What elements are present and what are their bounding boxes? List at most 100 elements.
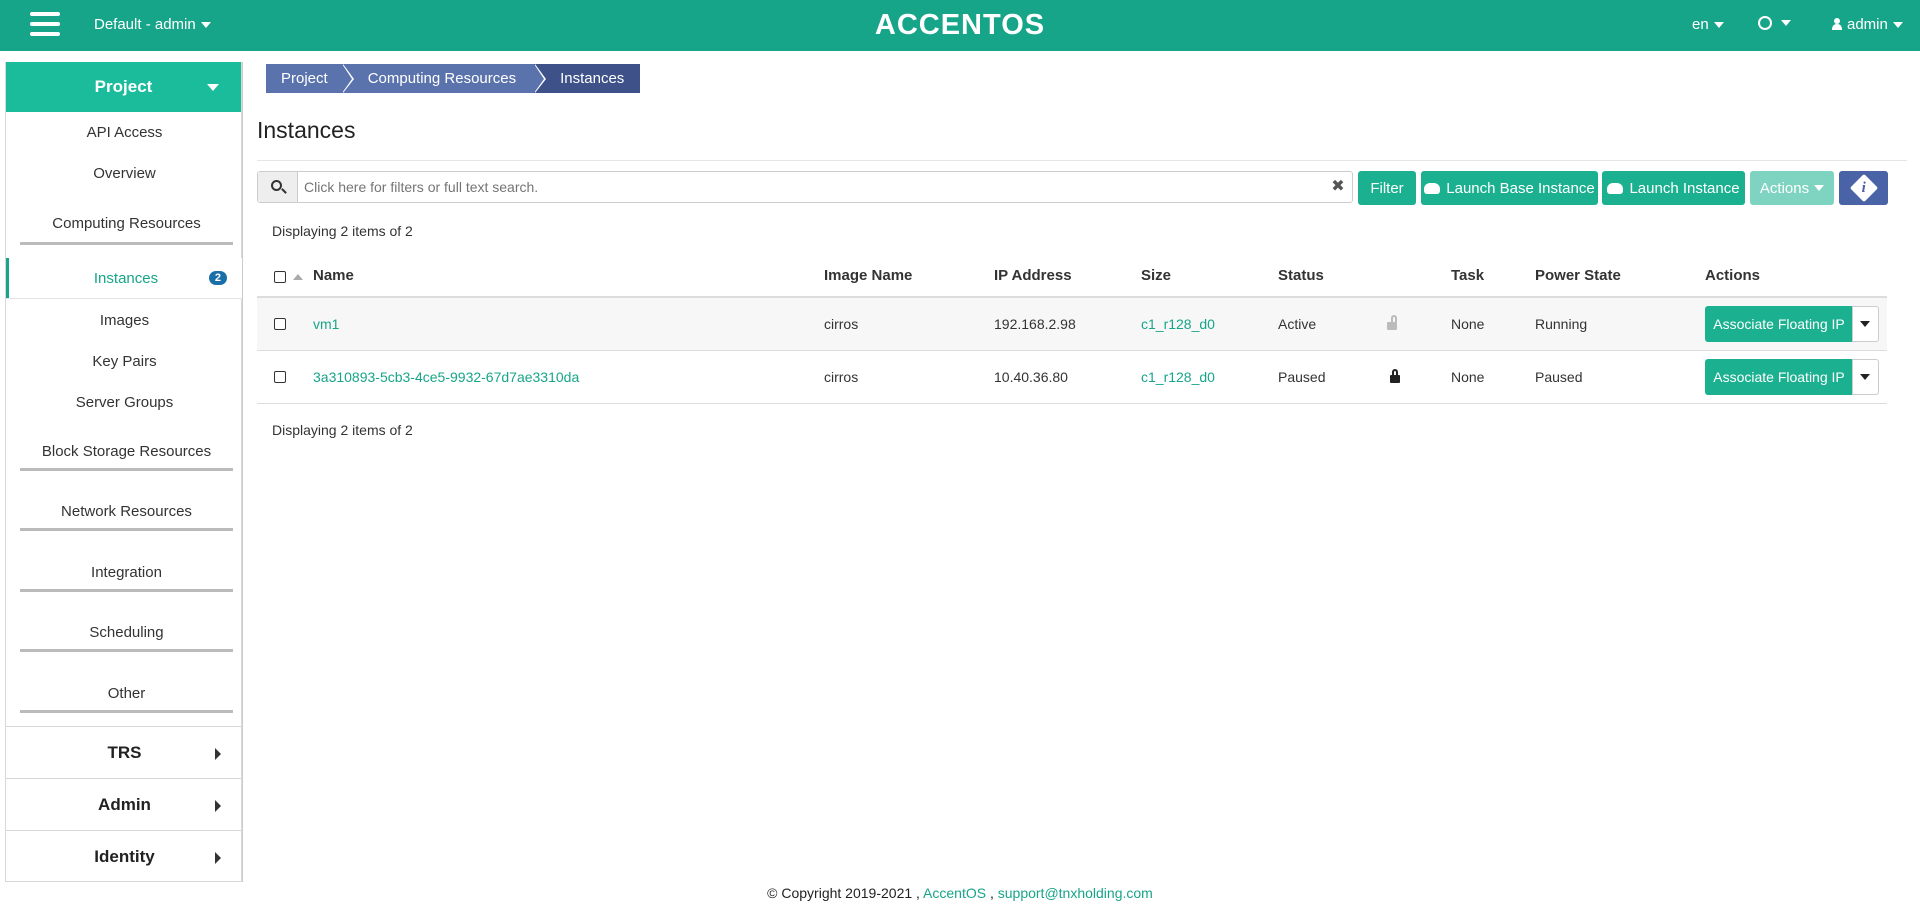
actions-dropdown[interactable]: Actions [1750,171,1834,205]
page-title: Instances [257,117,356,143]
breadcrumb-project[interactable]: Project [266,64,354,93]
sidebar-border [242,62,243,882]
task: None [1451,369,1485,385]
user-icon [1832,18,1842,30]
sidebar: Project API Access Overview Computing Re… [5,62,243,882]
divider [257,160,1907,161]
column-header-ip-address[interactable]: IP Address [994,267,1072,284]
status: Active [1278,316,1317,332]
sidebar-section-trs[interactable]: TRS [6,726,243,778]
domain-selector-label: Default - admin [94,16,196,33]
image-name: cirros [824,369,859,385]
sidebar-project-header[interactable]: Project [6,62,241,112]
sun-icon [1758,16,1772,31]
breadcrumb: Project Computing Resources Instances [266,64,641,93]
section-label: TRS [107,742,142,762]
status: Paused [1278,369,1326,385]
row-checkbox[interactable] [274,371,286,383]
filter-button[interactable]: Filter [1358,171,1416,205]
row-actions-dropdown[interactable] [1852,359,1879,395]
sidebar-item-key-pairs[interactable]: Key Pairs [6,353,243,370]
chevron-down-icon [1860,374,1870,380]
launch-base-instance-button[interactable]: Launch Base Instance [1421,171,1598,205]
breadcrumb-instances[interactable]: Instances [534,64,641,93]
footer: © Copyright 2019-2021 , AccentOS , suppo… [0,885,1920,901]
sidebar-group-computing-resources[interactable]: Computing Resources [20,215,233,240]
ip-address: 192.168.2.98 [994,316,1076,332]
chevron-down-icon [1781,20,1791,27]
sidebar-item-api-access[interactable]: API Access [6,124,243,141]
sidebar-item-instances[interactable]: Instances 2 [6,258,243,298]
column-header-actions: Actions [1705,267,1761,284]
column-header-name[interactable]: Name [313,267,354,284]
table-row: 3a310893-5cb3-4ce5-9932-67d7ae3310da cir… [257,351,1887,404]
brand-logo: ACCENTOS [874,9,1046,41]
associate-floating-ip-button[interactable]: Associate Floating IP [1705,359,1853,395]
caret-down-icon [207,84,219,91]
button-label: Actions [1759,179,1810,197]
sidebar-section-admin[interactable]: Admin [6,778,243,830]
breadcrumb-label: Instances [560,70,625,87]
task: None [1451,316,1485,332]
column-header-size[interactable]: Size [1141,267,1171,284]
row-actions-dropdown[interactable] [1852,306,1879,342]
display-count-top: Displaying 2 items of 2 [272,223,413,239]
top-navbar: Default - admin ACCENTOS en admin [0,0,1920,51]
launch-instance-button[interactable]: Launch Instance [1602,171,1745,205]
flavor-size-link[interactable]: c1_r128_d0 [1141,369,1215,385]
caret-right-icon [215,748,221,760]
breadcrumb-computing-resources[interactable]: Computing Resources [341,64,547,93]
section-label: Admin [98,794,151,814]
power-state: Running [1535,316,1588,332]
copyright-text: © Copyright 2019-2021 , [767,885,920,901]
column-header-power-state[interactable]: Power State [1535,267,1621,284]
domain-selector[interactable]: Default - admin [94,16,211,33]
sort-asc-icon[interactable] [293,274,303,280]
user-menu[interactable]: admin [1832,16,1903,33]
company-link[interactable]: AccentOS [923,885,986,901]
sidebar-item-server-groups[interactable]: Server Groups [6,394,243,411]
unlock-icon [1387,315,1397,330]
instance-name-link[interactable]: vm1 [313,316,339,332]
clear-icon[interactable]: ✖ [1324,172,1352,202]
column-header-image-name[interactable]: Image Name [824,267,912,284]
power-state: Paused [1535,369,1583,385]
language-selector[interactable]: en [1692,16,1724,33]
chevron-down-icon [1814,185,1825,191]
button-label: Launch Instance [1629,179,1740,197]
chevron-down-icon [1713,22,1724,29]
sidebar-section-identity[interactable]: Identity [6,830,243,882]
info-icon: i [1849,173,1878,203]
search-bar: ✖ [257,171,1353,203]
cloud-upload-icon [1607,182,1624,194]
support-email-link[interactable]: support@tnxholding.com [998,885,1153,901]
sidebar-item-images[interactable]: Images [6,312,243,329]
sidebar-item-overview[interactable]: Overview [6,165,243,182]
associate-floating-ip-button[interactable]: Associate Floating IP [1705,306,1853,342]
column-header-task[interactable]: Task [1451,267,1484,284]
flavor-size-link[interactable]: c1_r128_d0 [1141,316,1215,332]
search-input[interactable] [298,172,1324,202]
sidebar-group-scheduling[interactable]: Scheduling [20,624,233,652]
sidebar-group-integration[interactable]: Integration [20,564,233,592]
search-icon[interactable] [258,172,298,202]
row-checkbox[interactable] [274,318,286,330]
sidebar-group-block-storage[interactable]: Block Storage Resources [20,443,233,471]
image-name: cirros [824,316,859,332]
table-row: vm1 cirros 192.168.2.98 c1_r128_d0 Activ… [257,298,1887,351]
info-button[interactable]: i [1839,171,1888,205]
instance-name-link[interactable]: 3a310893-5cb3-4ce5-9932-67d7ae3310da [313,369,579,385]
sidebar-project-label: Project [94,77,153,96]
sidebar-group-network[interactable]: Network Resources [20,503,233,531]
column-header-status[interactable]: Status [1278,267,1324,284]
button-label: Launch Base Instance [1446,179,1595,197]
caret-right-icon [215,852,221,864]
language-label: en [1692,16,1709,33]
instances-count-badge: 2 [208,271,227,285]
cloud-upload-icon [1424,182,1441,194]
chevron-down-icon [200,22,211,29]
menu-toggle-icon[interactable] [30,12,60,38]
theme-selector[interactable] [1758,14,1791,31]
select-all-checkbox[interactable] [274,271,286,283]
sidebar-group-other[interactable]: Other [20,685,233,713]
